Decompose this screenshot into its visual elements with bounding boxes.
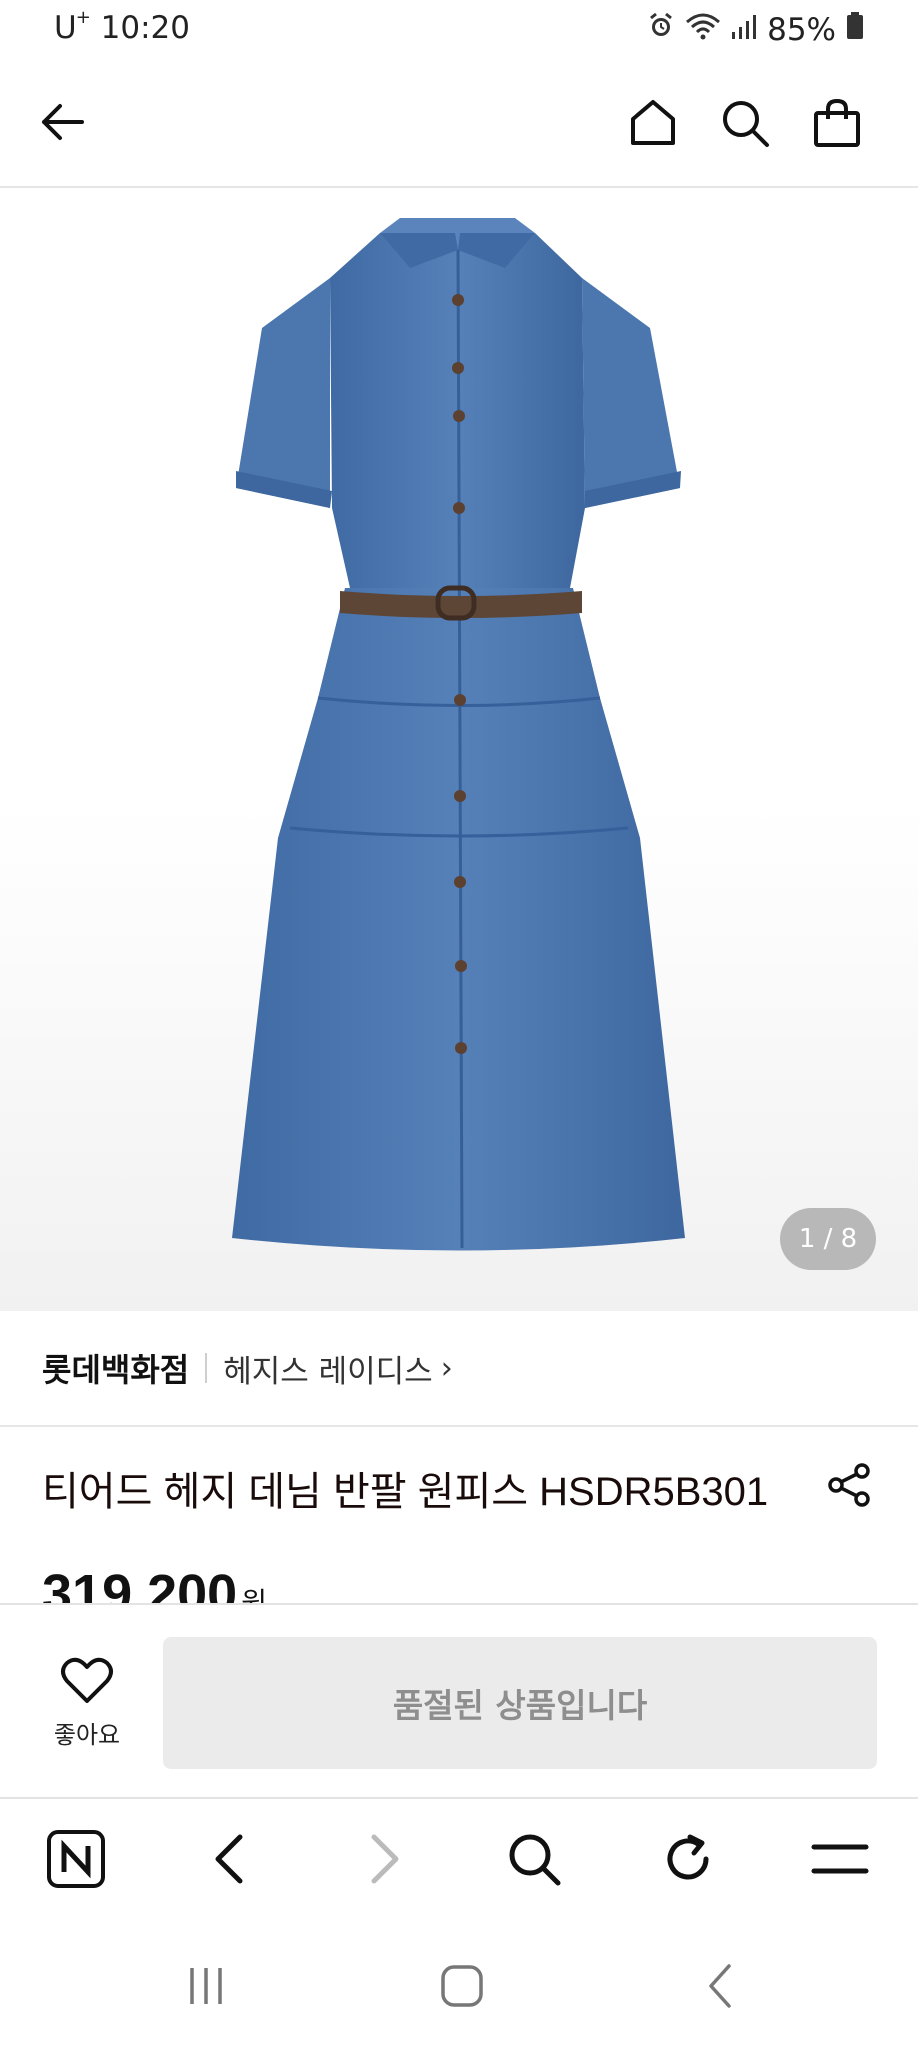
status-bar: U+ 10:20 85% (0, 0, 918, 60)
system-back-button[interactable] (690, 1961, 750, 2015)
product-title: 티어드 헤지 데님 반팔 원피스 HSDR5B301 (42, 1470, 769, 1514)
browser-forward-button[interactable] (352, 1829, 416, 1893)
like-button[interactable]: 좋아요 (42, 1657, 132, 1750)
price-row: 319,200 원 (0, 1547, 918, 1603)
browser-menu-button[interactable] (808, 1829, 872, 1893)
carrier-label: U (54, 10, 77, 46)
system-navigation-bar (0, 1927, 918, 2048)
browser-refresh-button[interactable] (656, 1829, 720, 1893)
search-icon (719, 97, 771, 153)
system-back-icon (705, 1963, 735, 2013)
product-image (232, 218, 685, 1251)
top-app-bar (0, 62, 918, 188)
home-square-icon (440, 1964, 484, 2012)
search-icon (506, 1831, 562, 1891)
store-name: 롯데백화점 (42, 1351, 190, 1389)
product-title-row: 티어드 헤지 데님 반팔 원피스 HSDR5B301 (0, 1427, 918, 1547)
carrier-time: U+ 10:20 (54, 6, 190, 46)
soldout-button[interactable]: 품절된 상품입니다 (163, 1637, 877, 1769)
refresh-icon (660, 1831, 716, 1891)
brand-link[interactable]: 헤지스 레이디스 (223, 1346, 433, 1391)
system-home-button[interactable] (432, 1961, 492, 2015)
battery-percent: 85% (767, 12, 836, 48)
browser-back-button[interactable] (198, 1829, 262, 1893)
back-arrow-icon (38, 102, 86, 146)
brand-row[interactable]: 롯데백화점 헤지스 레이디스 › (0, 1311, 918, 1427)
hamburger-menu-icon (811, 1839, 869, 1883)
chevron-right-icon (364, 1833, 404, 1889)
search-button[interactable] (712, 92, 778, 158)
cart-button[interactable] (804, 92, 870, 158)
product-image-carousel[interactable]: 1 / 8 (0, 188, 918, 1311)
share-button[interactable] (826, 1461, 874, 1513)
signal-icon (731, 12, 757, 48)
recent-apps-button[interactable] (176, 1961, 236, 2015)
heart-icon (60, 1657, 114, 1709)
home-button[interactable] (620, 92, 686, 158)
chevron-right-icon: › (440, 1350, 453, 1386)
alarm-icon (647, 12, 675, 48)
price-currency: 원 (241, 1587, 267, 1603)
product-price: 319,200 원 (42, 1563, 267, 1603)
recent-apps-icon (186, 1966, 226, 2010)
wifi-icon (685, 12, 721, 48)
clock: 10:20 (100, 10, 190, 46)
battery-icon (846, 12, 864, 48)
home-icon (627, 97, 679, 153)
carrier-plus: + (75, 6, 91, 28)
like-label: 좋아요 (53, 1721, 121, 1749)
browser-toolbar (0, 1797, 918, 1929)
price-value: 319,200 (42, 1564, 238, 1603)
back-button[interactable] (30, 92, 94, 156)
purchase-bar: 좋아요 품절된 상품입니다 (0, 1603, 918, 1799)
share-icon (826, 1463, 874, 1513)
browser-search-button[interactable] (502, 1829, 566, 1893)
image-pager: 1 / 8 (780, 1208, 876, 1270)
status-icons: 85% (647, 12, 864, 48)
naver-n-icon (46, 1829, 106, 1893)
shopping-bag-icon (812, 97, 862, 153)
divider (205, 1353, 208, 1383)
naver-home-button[interactable] (44, 1829, 108, 1893)
chevron-left-icon (210, 1833, 250, 1889)
